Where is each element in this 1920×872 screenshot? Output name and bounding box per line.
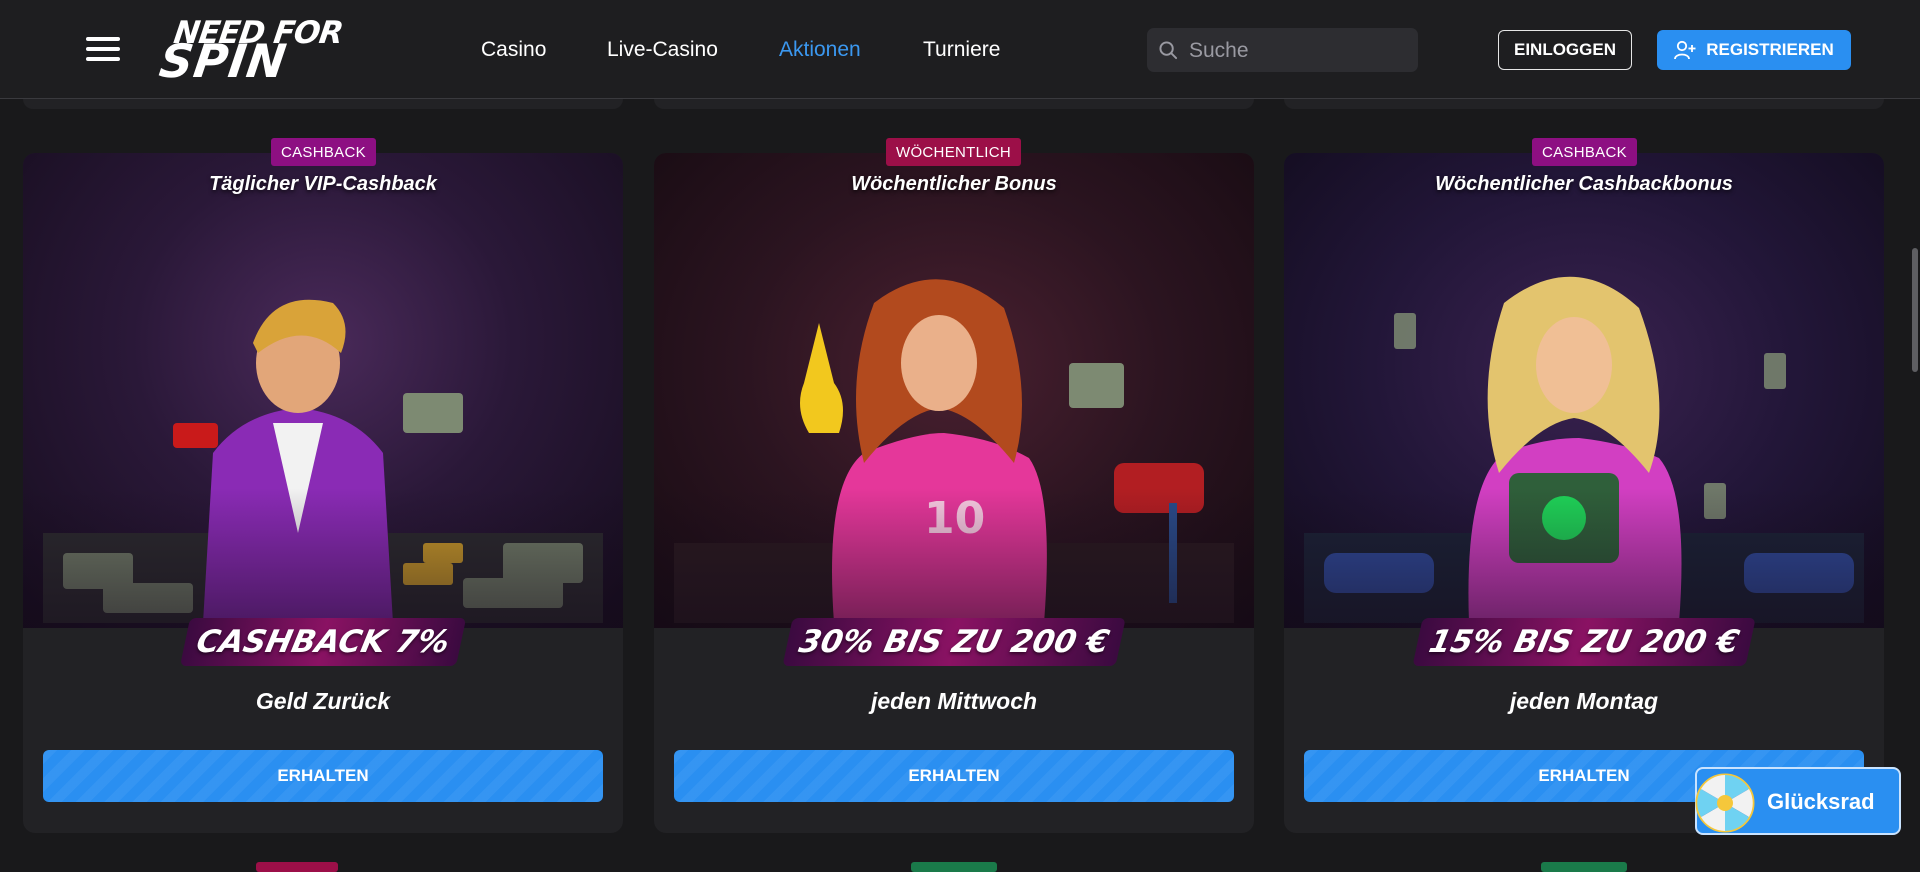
card-subtitle: jeden Mittwoch xyxy=(870,688,1038,714)
claim-button[interactable]: ERHALTEN xyxy=(43,750,603,802)
offer-text: CASHBACK 7% xyxy=(193,624,453,660)
next-card-tag xyxy=(911,862,997,872)
offer-banner: 30% BIS ZU 200 € xyxy=(782,618,1126,666)
register-label: REGISTRIEREN xyxy=(1706,40,1834,59)
menu-icon[interactable] xyxy=(86,35,120,63)
offer-text: 30% BIS ZU 200 € xyxy=(795,624,1113,660)
card-title: Täglicher VIP-Cashback xyxy=(209,173,437,195)
previous-card-edge xyxy=(654,99,1254,109)
nav-casino[interactable]: Casino xyxy=(481,38,546,62)
promo-image: 10 Wöchentlicher Bonus xyxy=(654,153,1254,628)
fortune-wheel-icon xyxy=(1695,773,1755,833)
card-title: Wöchentlicher Bonus xyxy=(851,173,1057,195)
promo-card-weekly-cashback: Wöchentlicher Cashbackbonus 15% BIS ZU 2… xyxy=(1284,153,1884,833)
card-subtitle: Geld Zurück xyxy=(255,688,391,714)
search-box[interactable] xyxy=(1147,28,1418,74)
login-button[interactable]: EINLOGGEN xyxy=(1498,30,1632,70)
offer-text: 15% BIS ZU 200 € xyxy=(1425,624,1743,660)
category-tag: CASHBACK xyxy=(1532,138,1637,166)
card-title: Wöchentlicher Cashbackbonus xyxy=(1435,173,1733,195)
promo-image: Täglicher VIP-Cashback xyxy=(23,153,623,628)
nav-turniere[interactable]: Turniere xyxy=(923,38,1000,62)
offer-banner: 15% BIS ZU 200 € xyxy=(1412,618,1756,666)
claim-button[interactable]: ERHALTEN xyxy=(674,750,1234,802)
category-tag: WÖCHENTLICH xyxy=(886,138,1021,166)
previous-card-edge xyxy=(1284,99,1884,109)
promo-image: Wöchentlicher Cashbackbonus xyxy=(1284,153,1884,628)
card-subtitle: jeden Montag xyxy=(1509,688,1659,714)
category-tag: CASHBACK xyxy=(271,138,376,166)
promo-card-vip-cashback: Täglicher VIP-Cashback CASHBACK 7% Geld … xyxy=(23,153,623,833)
top-header: NEED FOR SPIN Casino Live-Casino Aktione… xyxy=(0,0,1920,99)
promo-card-weekly-bonus: 10 Wöchentlicher Bonus 30% BIS ZU 200 € … xyxy=(654,153,1254,833)
previous-card-edge xyxy=(23,99,623,109)
offer-banner: CASHBACK 7% xyxy=(179,618,467,666)
search-input[interactable] xyxy=(1187,28,1411,74)
nav-aktionen[interactable]: Aktionen xyxy=(779,38,861,62)
next-card-tag xyxy=(256,862,338,872)
next-card-tag xyxy=(1541,862,1627,872)
scrollbar[interactable] xyxy=(1912,248,1918,372)
search-icon xyxy=(1159,41,1178,60)
nav-live-casino[interactable]: Live-Casino xyxy=(607,38,718,62)
fortune-wheel-label: Glücksrad xyxy=(1767,789,1875,814)
logo-line2: SPIN xyxy=(156,34,291,88)
add-user-icon xyxy=(1674,40,1696,60)
logo[interactable]: NEED FOR SPIN xyxy=(156,14,345,88)
fortune-wheel-button[interactable]: Glücksrad xyxy=(1695,767,1901,835)
register-button[interactable]: REGISTRIEREN xyxy=(1657,30,1851,70)
